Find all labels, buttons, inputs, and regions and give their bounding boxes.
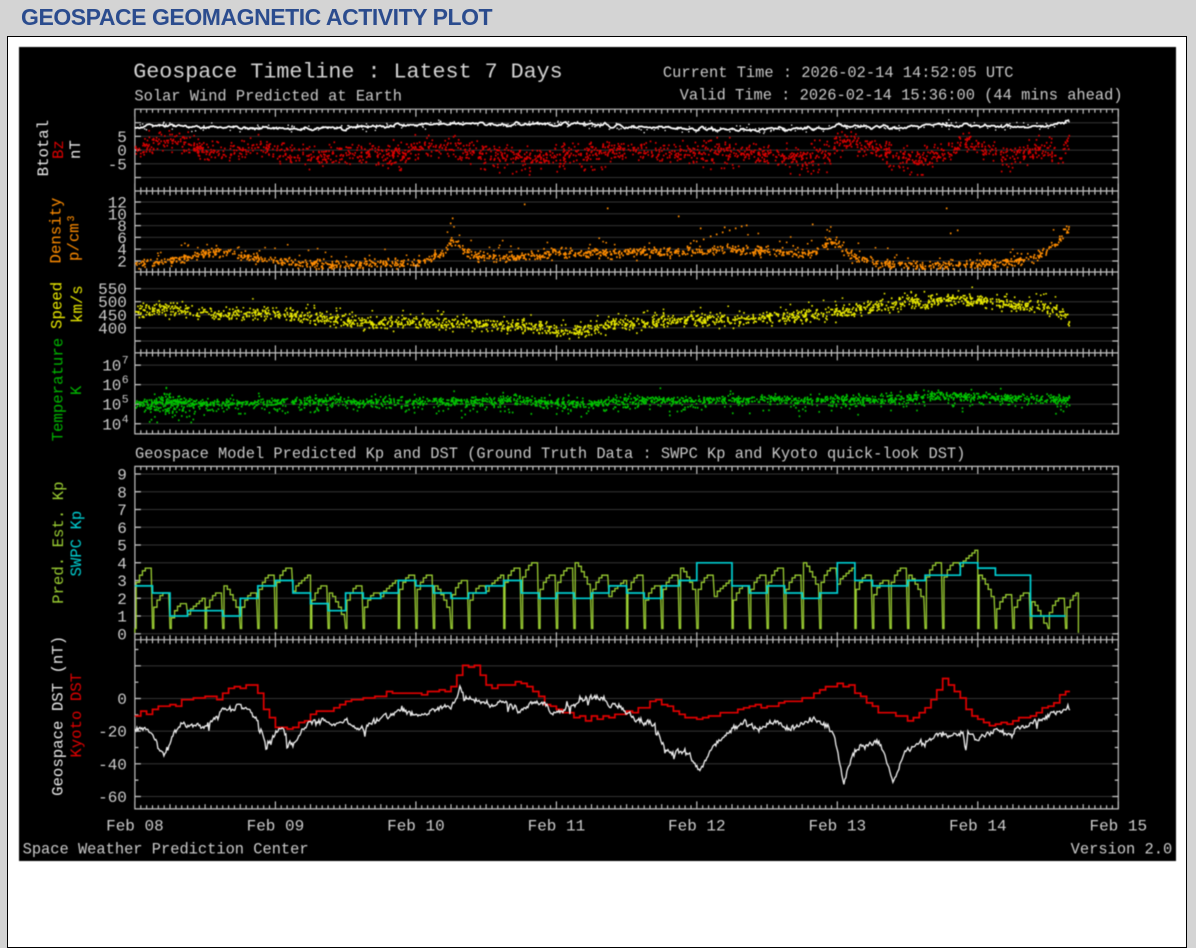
svg-text:Valid Time : 2026-02-14 15:36:: Valid Time : 2026-02-14 15:36:00 (44 min… [680, 86, 1123, 104]
svg-text:Feb 11: Feb 11 [528, 817, 586, 835]
svg-text:-20: -20 [98, 723, 127, 741]
svg-text:p/cm³: p/cm³ [65, 213, 83, 260]
svg-text:-5: -5 [108, 156, 127, 174]
svg-text:3: 3 [117, 573, 127, 591]
svg-text:Temperature: Temperature [49, 337, 67, 441]
svg-text:Kyoto DST: Kyoto DST [68, 673, 86, 758]
svg-text:Pred. Est. Kp: Pred. Est. Kp [50, 481, 68, 603]
svg-text:6: 6 [122, 374, 129, 387]
svg-text:Space Weather Prediction Cente: Space Weather Prediction Center [23, 840, 309, 858]
svg-text:Speed: Speed [48, 281, 66, 328]
svg-text:Density: Density [48, 197, 66, 263]
svg-text:4: 4 [122, 413, 129, 426]
svg-text:km/s: km/s [69, 285, 87, 323]
svg-text:5: 5 [117, 537, 127, 555]
svg-text:Bz: Bz [50, 140, 68, 159]
svg-text:0: 0 [117, 691, 127, 709]
svg-text:Feb 08: Feb 08 [106, 817, 164, 835]
svg-text:2: 2 [117, 590, 127, 608]
svg-text:SWPC Kp: SWPC Kp [68, 510, 86, 576]
svg-text:nT: nT [67, 140, 85, 159]
svg-text:Geospace Timeline : Latest 7 D: Geospace Timeline : Latest 7 Days [133, 59, 562, 84]
svg-text:5: 5 [122, 393, 129, 406]
svg-text:Current Time : 2026-02-14 14:5: Current Time : 2026-02-14 14:52:05 UTC [663, 63, 1014, 81]
svg-text:1: 1 [117, 608, 127, 626]
svg-text:10: 10 [102, 396, 121, 414]
svg-text:7: 7 [117, 502, 127, 520]
svg-text:12: 12 [108, 194, 127, 212]
svg-text:Feb 10: Feb 10 [387, 817, 445, 835]
svg-text:Feb 13: Feb 13 [809, 817, 867, 835]
svg-text:9: 9 [117, 466, 127, 484]
svg-text:4: 4 [117, 555, 127, 573]
svg-text:7: 7 [122, 354, 129, 367]
svg-text:Version 2.0: Version 2.0 [1071, 840, 1173, 858]
svg-text:Geospace DST (nT): Geospace DST (nT) [49, 635, 67, 795]
svg-text:550: 550 [98, 281, 127, 299]
svg-text:6: 6 [117, 519, 127, 537]
svg-text:Feb 09: Feb 09 [247, 817, 305, 835]
svg-text:10: 10 [102, 416, 121, 434]
svg-text:10: 10 [102, 377, 121, 395]
svg-text:10: 10 [102, 357, 121, 375]
svg-text:0: 0 [117, 626, 127, 644]
svg-text:-60: -60 [98, 789, 127, 807]
svg-text:Feb 14: Feb 14 [949, 817, 1007, 835]
svg-text:Feb 15: Feb 15 [1090, 817, 1148, 835]
svg-text:K: K [68, 385, 86, 395]
svg-text:Solar Wind Predicted at Earth: Solar Wind Predicted at Earth [134, 87, 402, 105]
svg-text:Geospace Model Predicted Kp an: Geospace Model Predicted Kp and DST (Gro… [135, 445, 965, 463]
svg-text:8: 8 [117, 484, 127, 502]
svg-text:-40: -40 [98, 756, 127, 774]
svg-text:Feb 12: Feb 12 [668, 817, 726, 835]
